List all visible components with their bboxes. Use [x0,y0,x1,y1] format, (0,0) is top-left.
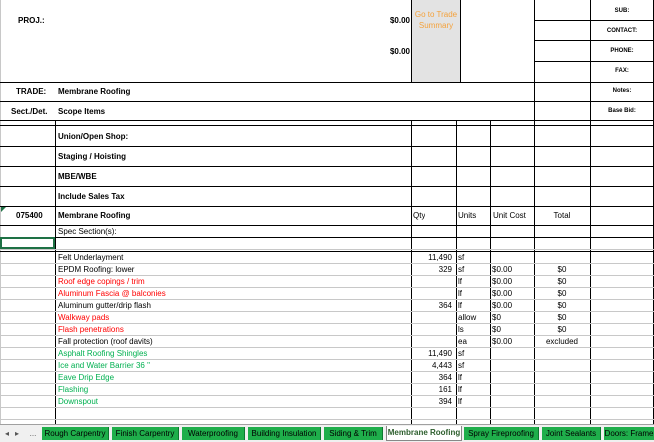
line-item-total[interactable]: $0 [534,276,590,287]
line-item-total[interactable]: $0 [534,324,590,335]
line-item-unit-cost[interactable]: $0 [492,324,534,335]
tab-scroll-left-icon[interactable]: ◂ [2,427,12,440]
include-sales-tax[interactable]: Include Sales Tax [58,191,125,202]
sheet-tab[interactable]: Membrane Roofing [386,426,462,441]
line-item-unit-cost[interactable]: $0.00 [492,336,534,347]
line-item-name[interactable]: Downspout [58,396,408,407]
line-item-name[interactable]: Flash penetrations [58,324,408,335]
col-units-header: Units [458,211,477,220]
mbe-wbe[interactable]: MBE/WBE [58,171,97,182]
sheet-tab[interactable]: Spray Fireproofing [464,427,539,440]
line-item-total[interactable]: $0 [534,312,590,323]
spec-section[interactable]: Spec Section(s): [58,226,117,237]
col-total-header: Total [553,211,571,220]
sub-label: SUB: [614,8,630,14]
tab-scroll-right-icon[interactable]: ▸ [12,427,22,440]
line-item-name[interactable]: Eave Drip Edge [58,372,408,383]
sheet-tab[interactable]: Finish Carpentry [112,427,179,440]
line-item-unit-cost[interactable]: $0.00 [492,264,534,275]
tab-overflow-button[interactable]: ... [26,427,40,440]
section-title[interactable]: Membrane Roofing [58,210,130,221]
line-item-units[interactable]: lf [458,288,490,299]
line-item-qty[interactable]: 394 [412,396,452,407]
sheet-tab[interactable]: Rough Carpentry [42,427,109,440]
contact-label: CONTACT: [606,28,638,34]
line-item-units[interactable]: allow [458,312,490,323]
line-item-units[interactable]: lf [458,372,490,383]
line-item-units[interactable]: sf [458,360,490,371]
line-item-unit-cost[interactable]: $0 [492,312,534,323]
sheet-tab[interactable]: Doors: Frame [604,427,654,440]
scope-items-label: Scope Items [58,107,106,116]
line-item-units[interactable]: sf [458,264,490,275]
go-to-trade-summary-link[interactable]: Go to Trade Summary [412,9,460,31]
line-item-qty[interactable]: 329 [412,264,452,275]
line-item-total[interactable]: excluded [534,336,590,347]
line-item-units[interactable]: sf [458,252,490,263]
trade-label: TRADE: [16,87,47,96]
section-code[interactable]: 075400 [16,210,43,221]
col-qty-header: Qty [413,211,426,220]
proj-label: PROJ.: [18,16,45,25]
sheet-tab[interactable]: Building Insulation [248,427,321,440]
line-item-name[interactable]: Aluminum gutter/drip flash [58,300,408,311]
line-item-name[interactable]: Felt Underlayment [58,252,408,263]
fax-label: FAX: [615,68,629,74]
line-item-qty[interactable]: 161 [412,384,452,395]
line-item-total[interactable]: $0 [534,264,590,275]
line-item-name[interactable]: Flashing [58,384,408,395]
sheet-tab[interactable]: Waterproofing [182,427,245,440]
line-item-qty[interactable]: 364 [412,372,452,383]
union-open-shop[interactable]: Union/Open Shop: [58,131,128,142]
sheet-tab[interactable]: Siding & Trim [324,427,383,440]
amount-2: $0.00 [389,47,410,56]
base-bid-label: Base Bid: [608,108,636,114]
line-item-units[interactable]: lf [458,276,490,287]
line-item-qty[interactable]: 11,490 [412,252,452,263]
comment-marker [1,207,6,212]
link-line-2: Summary [418,21,454,30]
phone-label: PHONE: [610,48,634,54]
line-item-units[interactable]: lf [458,300,490,311]
line-item-unit-cost[interactable]: $0.00 [492,300,534,311]
line-item-units[interactable]: lf [458,396,490,407]
line-item-qty[interactable]: 4,443 [412,360,452,371]
sheet-tab[interactable]: Joint Sealants [542,427,601,440]
link-line-1: Go to Trade [414,10,458,19]
sheet-tab-bar: ◂ ▸ ... Rough Carpentry Finish Carpentry W… [0,424,654,442]
line-item-name[interactable]: EPDM Roofing: lower [58,264,408,275]
staging-hoisting[interactable]: Staging / Hoisting [58,151,126,162]
trade-value[interactable]: Membrane Roofing [58,86,130,97]
line-item-name[interactable]: Asphalt Roofing Shingles [58,348,408,359]
line-item-qty[interactable]: 11,490 [412,348,452,359]
line-item-units[interactable]: lf [458,384,490,395]
selected-cell[interactable] [0,237,55,249]
line-item-unit-cost[interactable]: $0.00 [492,288,534,299]
line-item-units[interactable]: ea [458,336,490,347]
line-item-units[interactable]: sf [458,348,490,359]
amount-1: $0.00 [389,16,410,25]
notes-label: Notes: [612,88,632,94]
line-item-name[interactable]: Walkway pads [58,312,408,323]
line-item-name[interactable]: Ice and Water Barrier 36 " [58,360,408,371]
sect-det-label: Sect./Det. [11,107,48,116]
line-item-name[interactable]: Fall protection (roof davits) [58,336,408,347]
line-item-name[interactable]: Roof edge copings / trim [58,276,408,287]
line-item-total[interactable]: $0 [534,288,590,299]
line-item-name[interactable]: Aluminum Fascia @ balconies [58,288,408,299]
line-item-unit-cost[interactable]: $0.00 [492,276,534,287]
col-unit-cost-header: Unit Cost [493,211,526,220]
line-item-total[interactable]: $0 [534,300,590,311]
line-item-units[interactable]: ls [458,324,490,335]
line-item-qty[interactable]: 364 [412,300,452,311]
spreadsheet-grid[interactable]: PROJ.: $0.00 $0.00 Go to Trade Summary S… [0,0,654,424]
